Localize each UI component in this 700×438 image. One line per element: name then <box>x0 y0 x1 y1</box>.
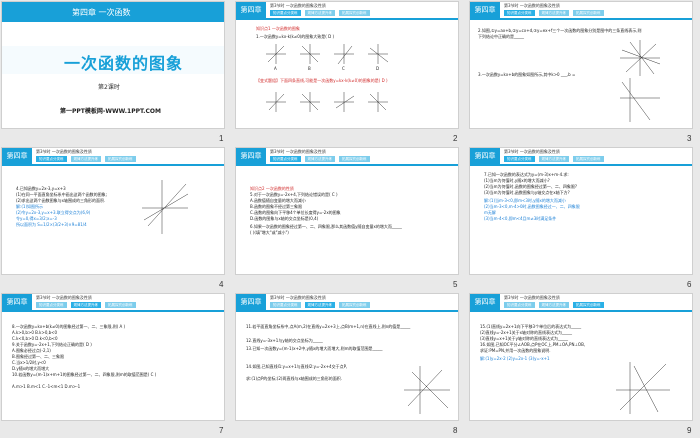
slide-thumb-6[interactable]: 第四章 第3节时 一次函数的图象及性质 知识要点分类练 规律方法提升练 拓展探究… <box>470 148 692 274</box>
slide-thumb-5[interactable]: 第四章 第3节时 一次函数的图象及性质 知识要点分类练 规律方法提升练 拓展探究… <box>236 148 458 274</box>
slide-header: 第四章 第3节时 一次函数的图象及性质 知识要点分类练 规律方法提升练 拓展探究… <box>236 148 458 166</box>
slide-header: 第四章 第3节时 一次函数的图象及性质 知识要点分类练 规律方法提升练 拓展探究… <box>2 294 224 312</box>
option-d: D.函数的图象与x轴的交点坐标是(0,4) <box>250 216 319 221</box>
tab-basic[interactable]: 知识要点分类练 <box>270 156 301 162</box>
graph-options-2 <box>266 92 388 112</box>
graph-intersecting-lines <box>404 366 450 414</box>
chapter-label: 第四章 <box>2 294 32 310</box>
slide-thumb-2[interactable]: 第四章 第3节时 一次函数的图象及性质 知识要点分类练 规律方法提升练 拓展探究… <box>236 2 458 128</box>
slide-number-1: 1 <box>219 134 224 143</box>
section-label: 第3节时 一次函数的图象及性质 <box>270 149 326 154</box>
slide-number-2: 2 <box>453 134 458 143</box>
chapter-label: 第四章 <box>470 148 500 164</box>
slide-subject: 第四章 一次函数 <box>72 8 131 17</box>
tab-basic[interactable]: 知识要点分类练 <box>504 156 535 162</box>
question-6-tail: ( )(填"增大"或"减小") <box>250 230 289 235</box>
slide-thumb-7[interactable]: 第四章 第3节时 一次函数的图象及性质 知识要点分类练 规律方法提升练 拓展探究… <box>2 294 224 420</box>
graph-line <box>620 78 660 122</box>
tab-method[interactable]: 规律方法提升练 <box>304 156 335 162</box>
part-3: (3)当m为何值时,函数图象与y轴交点在x轴下方? <box>484 190 570 195</box>
slide-number-9: 9 <box>687 426 692 435</box>
section-label: 第3节时 一次函数的图象及性质 <box>504 149 560 154</box>
slide-thumb-9[interactable]: 第四章 第3节时 一次函数的图象及性质 知识要点分类练 规律方法提升练 拓展探究… <box>470 294 692 420</box>
slide-number-8: 8 <box>453 426 458 435</box>
slide-thumb-1[interactable]: 第四章 一次函数 一次函数的图象 第2课时 第一PPT模板网-WWW.1PPT.… <box>2 2 224 128</box>
tab-explore[interactable]: 拓展探究创新练 <box>105 302 136 308</box>
lesson-label: 第2课时 <box>98 84 120 91</box>
slide-header: 第四章 第3节时 一次函数的图象及性质 知识要点分类练 规律方法提升练 拓展探究… <box>470 148 692 166</box>
answer-4: (3)当m-4<0,即m<4且m≠3时满足条件 <box>484 216 557 221</box>
slide-number-5: 5 <box>453 280 458 289</box>
slide-number-6: 6 <box>687 280 692 289</box>
answer-2: (2)当m-3<0,m-4>0时,函数图象经过一、二、四象限 <box>484 204 580 209</box>
section-label: 第3节时 一次函数的图象及性质 <box>36 295 92 300</box>
tab-method[interactable]: 规律方法提升练 <box>70 302 101 308</box>
graph-angle-bisector <box>616 362 670 414</box>
slide-title: 一次函数的图象 <box>64 54 184 73</box>
site-label: 第一PPT模板网-WWW.1PPT.COM <box>60 108 161 115</box>
tab-basic[interactable]: 知识要点分类练 <box>36 302 67 308</box>
chapter-label: 第四章 <box>236 148 266 164</box>
tab-explore[interactable]: 拓展探究创新练 <box>339 156 370 162</box>
q10-opts: A.m>1 B.m<1 C.-1<m<1 D.m>-1 <box>12 384 81 389</box>
slide-thumb-8[interactable]: 第四章 第3节时 一次函数的图象及性质 知识要点分类练 规律方法提升练 拓展探究… <box>236 294 458 420</box>
slide-thumb-3[interactable]: 第四章 第3节时 一次函数的图象及性质 知识要点分类练 规律方法提升练 拓展探究… <box>470 2 692 128</box>
slide-number-7: 7 <box>219 426 224 435</box>
slide-thumb-4[interactable]: 第四章 第3节时 一次函数的图象及性质 知识要点分类练 规律方法提升练 拓展探究… <box>2 148 224 274</box>
graph-two-lines <box>142 180 189 234</box>
tab-explore[interactable]: 拓展探究创新练 <box>573 156 604 162</box>
slide-number-4: 4 <box>219 280 224 289</box>
slide-number-3: 3 <box>687 134 692 143</box>
question-10: 10.若函数y=(m-1)x+m+1的图象经过第一、二、四象限,则m的取值范围是… <box>12 372 157 377</box>
tab-method[interactable]: 规律方法提升练 <box>538 156 569 162</box>
